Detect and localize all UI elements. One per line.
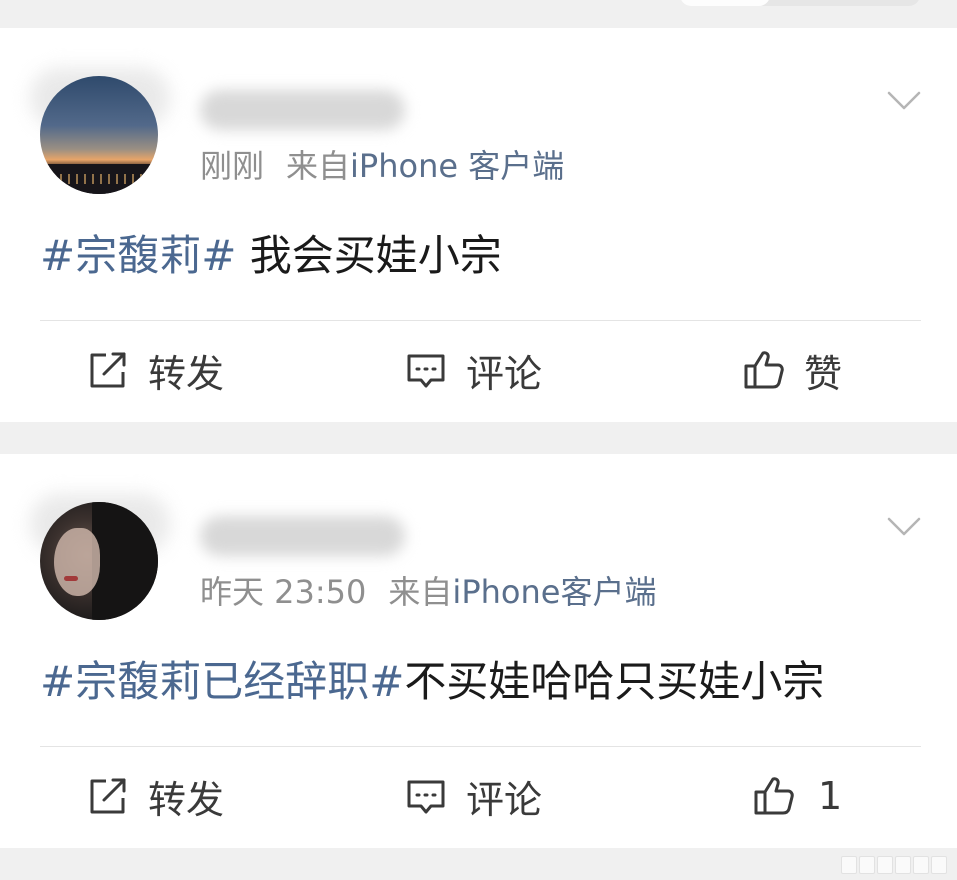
source-client[interactable]: iPhone 客户端: [350, 147, 564, 185]
source-prefix: 来自: [388, 573, 453, 611]
post-body: 我会买娃小宗: [236, 231, 502, 280]
repost-label: 转发: [148, 777, 225, 822]
action-bar: 转发 评论 1: [0, 766, 957, 826]
action-bar: 转发 评论 赞: [0, 340, 957, 400]
divider: [40, 746, 921, 747]
post-body: 不买娃哈哈只买娃小宗: [404, 657, 825, 706]
like-label: 赞: [804, 351, 843, 396]
username-blurred[interactable]: [200, 90, 405, 130]
comment-label: 评论: [466, 351, 543, 396]
avatar-face: [54, 528, 100, 596]
comment-icon: [407, 780, 445, 814]
divider: [40, 320, 921, 321]
post-meta: 刚刚 来自iPhone 客户端: [200, 146, 564, 186]
watermark: [841, 856, 947, 874]
repost-label: 转发: [148, 351, 225, 396]
avatar-city-lights: [52, 174, 146, 184]
like-button[interactable]: 赞: [742, 340, 842, 400]
thumbs-up-icon: [754, 777, 794, 815]
avatar[interactable]: [40, 502, 158, 620]
comment-icon: [407, 354, 445, 388]
chevron-down-icon[interactable]: [887, 516, 921, 538]
comment-button[interactable]: 评论: [404, 340, 542, 400]
username-blurred[interactable]: [200, 516, 405, 556]
post-text: #宗馥莉已经辞职#不买娃哈哈只买娃小宗: [40, 654, 824, 710]
avatar[interactable]: [40, 76, 158, 194]
comment-button[interactable]: 评论: [404, 766, 542, 826]
post-time: 昨天 23:50: [200, 573, 367, 611]
bottom-strip: [0, 848, 957, 880]
source-client[interactable]: iPhone客户端: [452, 573, 656, 611]
topic-link[interactable]: #宗馥莉已经辞职#: [40, 657, 404, 706]
post-card: 昨天 23:50 来自iPhone客户端 #宗馥莉已经辞职#不买娃哈哈只买娃小宗 …: [0, 454, 957, 848]
avatar-hair: [92, 502, 158, 620]
topic-link[interactable]: #宗馥莉#: [40, 231, 236, 280]
like-count: 1: [818, 774, 843, 818]
top-tab-pill[interactable]: [680, 0, 920, 6]
like-button[interactable]: 1: [752, 766, 842, 826]
repost-icon: [90, 352, 126, 388]
repost-button[interactable]: 转发: [86, 766, 224, 826]
top-strip: [0, 0, 957, 28]
post-meta: 昨天 23:50 来自iPhone客户端: [200, 572, 656, 612]
source-prefix: 来自: [286, 147, 351, 185]
avatar-lips: [64, 576, 78, 581]
thumbs-up-icon: [744, 351, 784, 389]
post-card: 刚刚 来自iPhone 客户端 #宗馥莉# 我会买娃小宗 转发 评论 赞: [0, 28, 957, 422]
comment-label: 评论: [466, 777, 543, 822]
repost-button[interactable]: 转发: [86, 340, 224, 400]
repost-icon: [90, 778, 126, 814]
chevron-down-icon[interactable]: [887, 90, 921, 112]
post-time: 刚刚: [200, 147, 265, 185]
post-text: #宗馥莉# 我会买娃小宗: [40, 228, 502, 284]
